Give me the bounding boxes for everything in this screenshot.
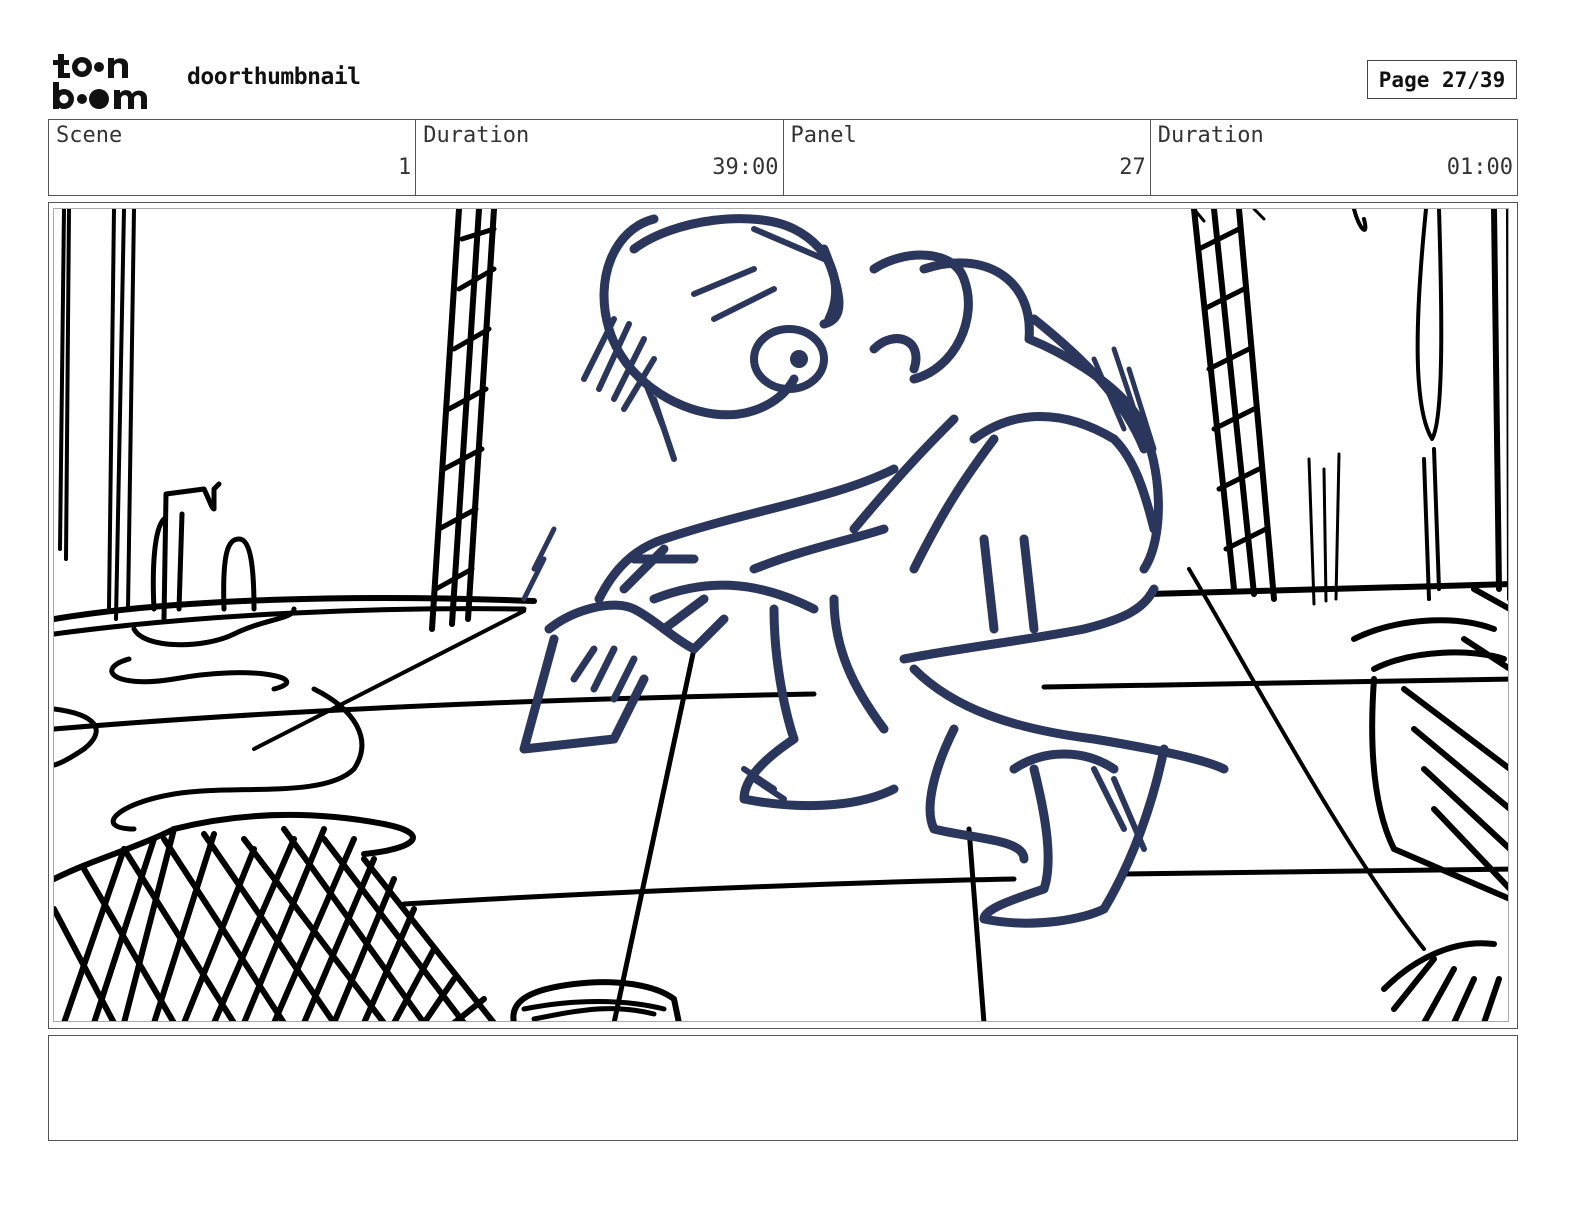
scene-duration-cell: Duration 39:00 — [416, 120, 784, 195]
project-title: doorthumbnail — [187, 64, 361, 90]
scene-value: 1 — [398, 155, 412, 180]
panel-duration-cell: Duration 01:00 — [1151, 120, 1517, 195]
scene-duration-value: 39:00 — [712, 155, 779, 180]
panel-duration-value: 01:00 — [1446, 155, 1513, 180]
scene-duration-label: Duration — [423, 123, 530, 148]
storyboard-panel-image — [53, 208, 1509, 1022]
scene-cell: Scene 1 — [49, 120, 417, 195]
panel-notes-box — [48, 1035, 1518, 1141]
scene-info-bar: Scene 1 Duration 39:00 Panel 27 Duration… — [48, 119, 1518, 196]
page-indicator: Page 27/39 — [1367, 60, 1517, 99]
toon-boom-logo — [52, 52, 164, 112]
character-sketch — [519, 214, 1229, 928]
panel-duration-label: Duration — [1157, 123, 1264, 148]
panel-cell: Panel 27 — [784, 120, 1151, 195]
panel-value: 27 — [1119, 155, 1146, 180]
panel-label: Panel — [790, 123, 857, 148]
scene-label: Scene — [56, 123, 123, 148]
